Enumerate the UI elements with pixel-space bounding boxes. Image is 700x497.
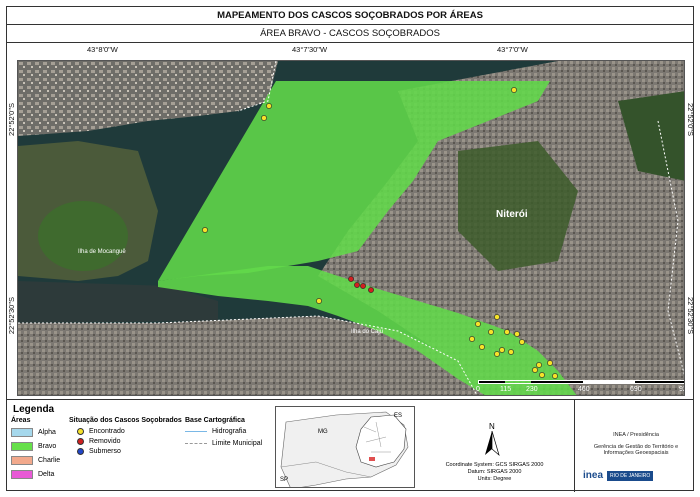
swatch-alpha	[11, 428, 33, 437]
north-arrow-icon	[485, 431, 500, 457]
legend-status-title: Situação dos Cascos Soçobrados	[69, 417, 182, 424]
island-mocangue-vegetation	[38, 201, 128, 271]
map-view[interactable]: Niterói Ilha de Mocanguê Ilha do Caju 0 …	[17, 60, 685, 396]
wreck-point-encontrado[interactable]	[494, 314, 500, 320]
coord-top-1: 43°8'0"W	[87, 45, 118, 54]
legend-status-removido: Removido	[77, 438, 121, 445]
coord-left-2: 22°52'30"S	[7, 297, 16, 335]
projection-line-1: Coordinate System: GCS SIRGAS 2000	[445, 462, 544, 468]
wreck-point-encontrado[interactable]	[519, 339, 525, 345]
wreck-point-encontrado[interactable]	[536, 362, 542, 368]
wreck-point-encontrado[interactable]	[494, 351, 500, 357]
credits-line-3: Informações Geoespaciais	[603, 450, 669, 456]
line-hidrografia	[185, 431, 207, 432]
scale-tick-460: 460	[578, 386, 590, 393]
projection-info: Coordinate System: GCS SIRGAS 2000 Datum…	[427, 462, 562, 483]
legend-base-title: Base Cartográfica	[185, 417, 245, 424]
map-frame: MAPEAMENTO DOS CASCOS SOÇOBRADOS POR ÁRE…	[6, 6, 695, 492]
legend-area-charlie: Charlie	[11, 456, 60, 465]
inset-map: MG ES SP	[275, 406, 415, 488]
wreck-point-encontrado[interactable]	[261, 115, 267, 121]
wreck-point-encontrado[interactable]	[504, 329, 510, 335]
wreck-point-encontrado[interactable]	[532, 367, 538, 373]
wreck-point-removido[interactable]	[348, 276, 354, 282]
projection-line-3: Units: Degree	[477, 476, 512, 482]
legend-base-limite: Limite Municipal	[185, 440, 262, 447]
scale-tick-0: 0	[476, 386, 480, 393]
wreck-point-encontrado[interactable]	[539, 372, 545, 378]
coord-top-2: 43°7'30"W	[292, 45, 328, 54]
rj-gov-logo: RIO DE JANEIRO	[607, 470, 654, 481]
north-arrow: N	[479, 422, 509, 457]
legend-area-bravo: Bravo	[11, 442, 56, 451]
label-ilha-caju: Ilha do Caju	[351, 329, 384, 335]
wreck-point-encontrado[interactable]	[202, 227, 208, 233]
wreck-point-encontrado[interactable]	[469, 336, 475, 342]
coord-right-2: 22°52'30"S	[686, 297, 695, 335]
wreck-point-encontrado[interactable]	[547, 360, 553, 366]
projection-line-2: Datum: SIRGAS 2000	[467, 469, 522, 475]
legend-areas-title: Áreas	[11, 417, 31, 424]
wreck-point-encontrado[interactable]	[514, 331, 520, 337]
dot-encontrado	[77, 428, 84, 435]
swatch-delta	[11, 470, 33, 479]
wreck-point-removido[interactable]	[360, 283, 366, 289]
legend-status-encontrado: Encontrado	[77, 428, 125, 435]
map-title: MAPEAMENTO DOS CASCOS SOÇOBRADOS POR ÁRE…	[7, 7, 693, 25]
wreck-point-encontrado[interactable]	[508, 349, 514, 355]
inset-label-sp: SP	[280, 477, 289, 483]
legend-base-hidrografia: Hidrografia	[185, 428, 246, 435]
label-niteroi: Niterói	[496, 209, 528, 220]
scale-tick-690: 690	[630, 386, 642, 393]
credits-line-1: INEA / Presidência	[613, 432, 659, 438]
satellite-map	[18, 61, 684, 395]
credits-block: INEA / Presidência Gerência de Gestão do…	[577, 400, 695, 493]
wreck-point-encontrado[interactable]	[499, 347, 505, 353]
logos: inea RIO DE JANEIRO	[583, 470, 654, 481]
dot-removido	[77, 438, 84, 445]
legend-area-alpha: Alpha	[11, 428, 56, 437]
line-limite-municipal	[185, 443, 207, 444]
legend-title: Legenda	[13, 404, 55, 415]
coord-left-1: 22°52'0"S	[7, 103, 16, 136]
coord-top-3: 43°7'0"W	[497, 45, 528, 54]
swatch-bravo	[11, 442, 33, 451]
scale-bar-track	[478, 380, 684, 384]
inea-logo: inea	[583, 470, 604, 481]
wreck-point-encontrado[interactable]	[475, 321, 481, 327]
scale-bar: 0 115 230 460 690 920	[476, 380, 684, 395]
scale-tick-230: 230	[526, 386, 538, 393]
inset-label-mg: MG	[318, 429, 328, 435]
coord-right-1: 22°52'0"S	[686, 103, 695, 136]
wreck-point-encontrado[interactable]	[316, 298, 322, 304]
label-ilha-mocangue: Ilha de Mocanguê	[78, 249, 126, 255]
wreck-point-encontrado[interactable]	[479, 344, 485, 350]
legend-area-delta: Delta	[11, 470, 54, 479]
north-label: N	[489, 422, 495, 431]
wreck-point-encontrado[interactable]	[266, 103, 272, 109]
map-subtitle: ÁREA BRAVO - CASCOS SOÇOBRADOS	[7, 25, 693, 43]
wreck-point-encontrado[interactable]	[511, 87, 517, 93]
legend-divider	[574, 400, 575, 492]
legend-status-submerso: Submerso	[77, 448, 121, 455]
wreck-point-removido[interactable]	[368, 287, 374, 293]
wreck-point-encontrado[interactable]	[488, 329, 494, 335]
scale-tick-115: 115	[500, 386, 512, 393]
swatch-charlie	[11, 456, 33, 465]
dot-submerso	[77, 448, 84, 455]
legend-panel: Legenda Áreas Alpha Bravo Charlie Delta …	[7, 399, 693, 492]
wreck-point-encontrado[interactable]	[552, 373, 558, 379]
wreck-point-removido[interactable]	[354, 282, 360, 288]
inset-label-es: ES	[394, 413, 403, 419]
